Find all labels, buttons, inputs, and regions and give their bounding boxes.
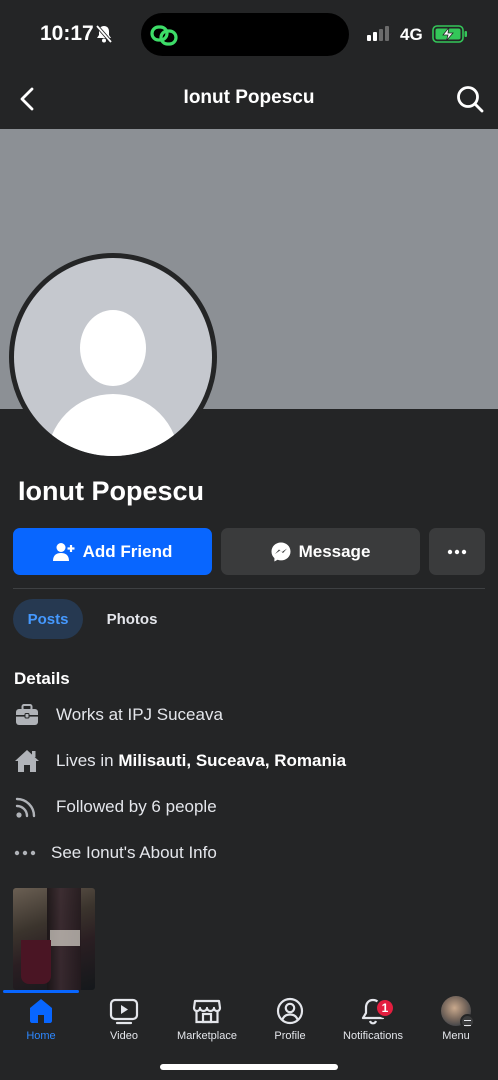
status-bar: 10:17 4G (0, 0, 498, 68)
tab-posts[interactable]: Posts (13, 599, 83, 639)
detail-followed: Followed by 6 people (14, 794, 217, 820)
add-friend-button[interactable]: Add Friend (13, 528, 212, 575)
tab-video[interactable]: Video (82, 996, 166, 1046)
add-friend-label: Add Friend (82, 541, 173, 561)
nav-bar: Ionut Popescu (0, 68, 498, 130)
message-button[interactable]: Message (221, 528, 420, 575)
signal-icon (367, 26, 389, 41)
tab-menu-label: Menu (442, 1030, 470, 1042)
tab-menu[interactable]: Menu (414, 996, 498, 1046)
search-button[interactable] (455, 84, 485, 114)
see-about-link[interactable]: See Ionut's About Info (14, 840, 217, 866)
details-heading: Details (14, 669, 70, 688)
home-indicator (160, 1064, 338, 1070)
followed-text: Followed by 6 people (56, 797, 217, 816)
tab-photos[interactable]: Photos (93, 599, 171, 639)
work-text: Works at IPJ Suceava (56, 705, 223, 724)
more-icon (447, 549, 467, 554)
tab-profile[interactable]: Profile (248, 996, 332, 1046)
tab-video-label: Video (110, 1030, 138, 1042)
photo-thumbnail[interactable] (13, 888, 95, 990)
default-avatar-icon (14, 258, 212, 456)
link-icon (149, 21, 179, 54)
tab-marketplace-label: Marketplace (177, 1030, 237, 1042)
detail-work: Works at IPJ Suceava (14, 702, 223, 728)
search-icon (457, 86, 484, 113)
network-label: 4G (400, 25, 423, 44)
home-icon (27, 996, 55, 1026)
tab-marketplace[interactable]: Marketplace (165, 996, 249, 1046)
dynamic-island (141, 13, 349, 56)
more-icon (14, 840, 41, 866)
notification-badge: 1 (375, 998, 395, 1018)
more-options-button[interactable] (429, 528, 485, 575)
lives-place[interactable]: Milisauti, Suceava, Romania (118, 751, 346, 770)
briefcase-icon (14, 702, 46, 728)
tab-notifications-label: Notifications (343, 1030, 403, 1042)
menu-avatar (441, 996, 475, 1029)
rss-icon (14, 794, 46, 820)
status-time: 10:17 (40, 22, 94, 45)
add-person-icon (52, 542, 75, 561)
profile-name: Ionut Popescu (18, 476, 205, 506)
marketplace-icon (192, 996, 222, 1026)
tab-notifications[interactable]: 1 Notifications (331, 996, 415, 1046)
bell-off-icon (94, 24, 114, 49)
video-icon (109, 996, 139, 1026)
page-title: Ionut Popescu (183, 87, 315, 108)
battery-icon (432, 25, 468, 48)
menu-lines-icon (460, 1014, 475, 1029)
message-label: Message (298, 541, 371, 561)
messenger-icon (271, 542, 291, 561)
profile-icon (276, 996, 304, 1026)
tab-home[interactable]: Home (0, 996, 83, 1046)
home-icon (14, 748, 46, 774)
tab-profile-label: Profile (274, 1030, 306, 1042)
detail-lives: Lives in Milisauti, Suceava, Romania (14, 748, 346, 774)
lives-prefix: Lives in (56, 751, 114, 770)
divider (13, 588, 485, 589)
about-text: See Ionut's About Info (51, 843, 217, 862)
profile-avatar[interactable] (9, 253, 217, 461)
active-tab-indicator (3, 990, 79, 993)
tab-home-label: Home (26, 1030, 56, 1042)
